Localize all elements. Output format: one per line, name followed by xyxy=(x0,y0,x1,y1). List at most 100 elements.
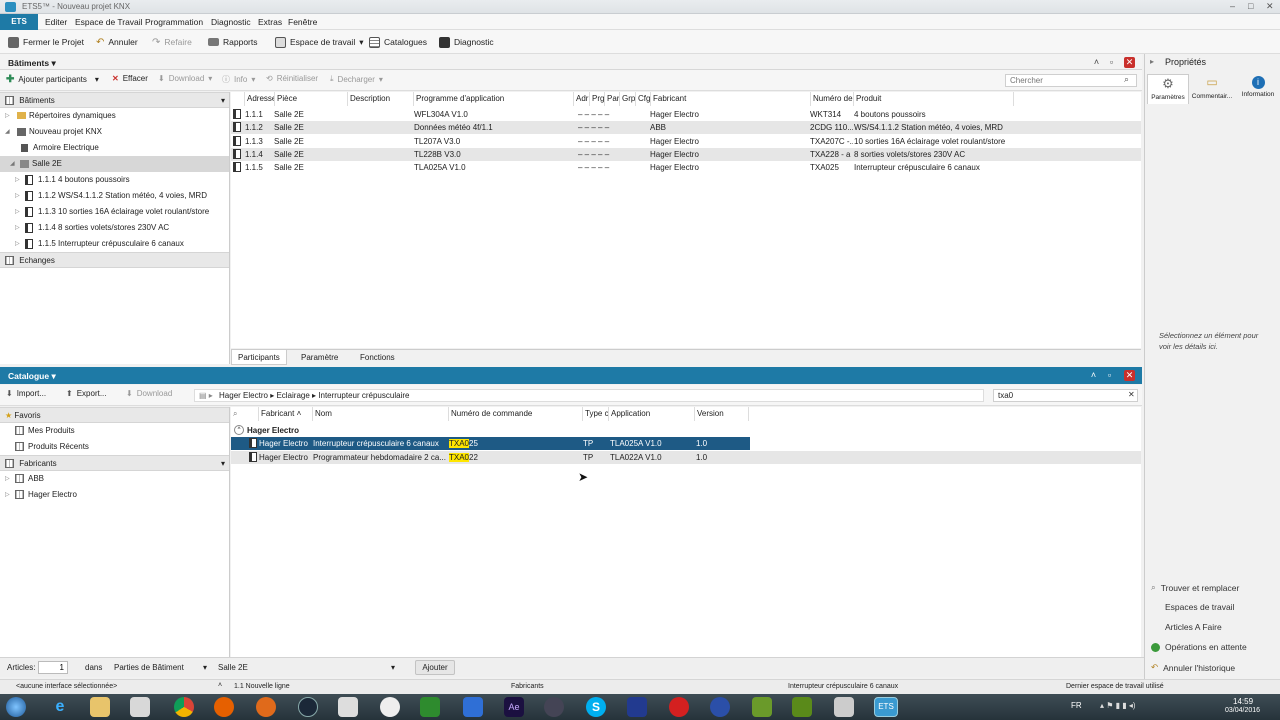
app-icon[interactable] xyxy=(669,697,689,717)
delete-button[interactable]: ✕ Effacer xyxy=(112,74,148,83)
breadcrumb-item[interactable]: Eclairage xyxy=(276,391,309,400)
breadcrumb-item[interactable]: Hager Electro xyxy=(219,391,268,400)
firefox-icon[interactable] xyxy=(214,697,234,717)
column-header[interactable]: Par xyxy=(605,92,620,106)
tree-item-recent-products[interactable]: Produits Récents xyxy=(0,439,229,455)
column-header[interactable]: Fabricant ˄ xyxy=(259,407,313,421)
menu-editer[interactable]: Editer xyxy=(45,17,67,27)
clock-date[interactable]: 03/04/2016 xyxy=(1225,707,1260,714)
close-project-button[interactable]: Fermer le Projet xyxy=(8,35,84,49)
clear-search-icon[interactable]: ✕ xyxy=(1128,390,1135,399)
column-header[interactable]: ⌕ xyxy=(231,407,259,421)
language-indicator[interactable]: FR xyxy=(1071,701,1082,710)
tree-item-device[interactable]: ▷ 1.1.4 8 sorties volets/stores 230V AC xyxy=(0,220,229,236)
menu-extras[interactable]: Extras xyxy=(258,17,282,27)
catalog-group-row[interactable]: ^ Hager Electro xyxy=(231,424,1141,437)
tree-item-device[interactable]: ▷ 1.1.5 Interrupteur crépusculaire 6 can… xyxy=(0,236,229,252)
breadcrumb-item[interactable]: Interrupteur crépusculaire xyxy=(318,391,409,400)
app-icon[interactable] xyxy=(752,697,772,717)
collapse-icon[interactable]: ˄ xyxy=(1091,57,1102,68)
table-row[interactable]: 1.1.4 Salle 2E TL228B V3.0 – – – – – Hag… xyxy=(231,148,1141,161)
buildings-search-input[interactable] xyxy=(1005,74,1137,87)
tree-item-dynamic-folders[interactable]: ▷ Répertoires dynamiques xyxy=(0,108,229,124)
catalogs-button[interactable]: Catalogues xyxy=(369,35,427,49)
close-panel-icon[interactable]: ✕ xyxy=(1124,370,1135,381)
column-header[interactable]: Fabricant xyxy=(651,92,811,106)
redo-button[interactable]: ↷ Refaire xyxy=(152,35,192,49)
tray-icons[interactable]: ▴ ⚑ ▮ ▮ ◂) xyxy=(1100,701,1136,710)
chrome-icon[interactable] xyxy=(174,697,194,717)
column-header[interactable]: Prg xyxy=(590,92,605,106)
tree-item-maker[interactable]: ▷ ABB xyxy=(0,471,229,487)
tab-parameters[interactable]: ⚙ Paramètres xyxy=(1147,74,1189,104)
collapse-group-icon[interactable]: ^ xyxy=(234,425,244,435)
column-header[interactable]: Adr xyxy=(574,92,590,106)
table-row[interactable]: 1.1.3 Salle 2E TL207A V3.0 – – – – – Hag… xyxy=(231,135,1141,148)
tab-parametre[interactable]: Paramètre xyxy=(295,350,344,365)
column-header[interactable] xyxy=(231,92,245,106)
download-button[interactable]: ⬇ Download ▾ xyxy=(158,74,212,83)
nvidia-icon[interactable] xyxy=(792,697,812,717)
building-parts-select[interactable]: Parties de Bâtiment ▾ xyxy=(110,661,210,674)
close-panel-icon[interactable]: ✕ xyxy=(1124,57,1135,68)
restore-icon[interactable]: ▫ xyxy=(1106,57,1117,68)
interface-status[interactable]: <aucune interface sélectionnée> xyxy=(16,683,117,690)
catalog-search-input[interactable] xyxy=(993,389,1138,402)
table-row[interactable]: 1.1.1 Salle 2E WFL304A V1.0 – – – – – Ha… xyxy=(231,108,1141,121)
media-icon[interactable] xyxy=(130,697,150,717)
column-header[interactable]: Adresse xyxy=(245,92,275,106)
tab-participants[interactable]: Participants xyxy=(231,350,287,365)
tab-comments[interactable]: ▭ Commentair... xyxy=(1190,74,1234,104)
pending-operations-button[interactable]: Opérations en attente xyxy=(1151,642,1247,652)
table-row[interactable]: Hager Electro Programmateur hebdomadaire… xyxy=(231,451,1141,464)
column-header[interactable]: Programme d'application xyxy=(414,92,574,106)
column-header[interactable]: Numéro de commande xyxy=(449,407,583,421)
buildings-title[interactable]: Bâtiments ▾ xyxy=(8,58,56,69)
start-icon[interactable] xyxy=(6,697,26,717)
tree-header-manufacturers[interactable]: Fabricants ▾ xyxy=(0,455,229,471)
app-icon[interactable] xyxy=(380,697,400,717)
catalog-download-button[interactable]: ⬇ Download xyxy=(126,389,172,398)
app-icon[interactable] xyxy=(710,697,730,717)
skype-icon[interactable]: S xyxy=(586,697,606,717)
properties-collapse-icon[interactable]: ▸ xyxy=(1150,57,1154,66)
table-row[interactable]: 1.1.2 Salle 2E Données météo 4f/1.1 – – … xyxy=(231,121,1141,134)
table-row[interactable]: 1.1.5 Salle 2E TLA025A V1.0 – – – – – Ha… xyxy=(231,161,1141,174)
catalog-title[interactable]: Catalogue ▾ xyxy=(8,371,56,382)
column-header[interactable]: Numéro de xyxy=(811,92,854,106)
unload-button[interactable]: ⤓ Decharger ▾ xyxy=(330,74,383,84)
app-icon[interactable] xyxy=(256,697,276,717)
room-select[interactable]: Salle 2E ▾ xyxy=(214,661,398,674)
column-header[interactable]: Pièce xyxy=(275,92,348,106)
diagnostic-button[interactable]: Diagnostic xyxy=(439,35,494,49)
close-window-icon[interactable]: ✕ xyxy=(1266,1,1274,12)
tree-item-cabinet[interactable]: Armoire Electrique xyxy=(0,140,229,156)
tree-item-device[interactable]: ▷ 1.1.1 4 boutons poussoirs xyxy=(0,172,229,188)
articles-count-input[interactable] xyxy=(38,661,68,674)
workspaces-button[interactable]: Espaces de travail xyxy=(1151,602,1234,612)
vim-icon[interactable] xyxy=(420,697,440,717)
tab-fonctions[interactable]: Fonctions xyxy=(354,350,401,365)
reports-button[interactable]: Rapports xyxy=(208,35,258,49)
ets-menu-button[interactable]: ETS xyxy=(0,14,38,30)
todo-button[interactable]: Articles A Faire xyxy=(1151,622,1222,632)
tree-header-favorites[interactable]: ★ Favoris xyxy=(0,407,229,423)
import-button[interactable]: ⬇ Import... xyxy=(6,389,46,398)
column-header[interactable]: Produit xyxy=(854,92,1014,106)
explorer-icon[interactable] xyxy=(90,697,110,717)
minimize-icon[interactable]: – xyxy=(1230,1,1235,11)
tree-item-maker[interactable]: ▷ Hager Electro xyxy=(0,487,229,503)
ets-taskbar-icon[interactable]: ETS xyxy=(874,697,898,717)
app-icon[interactable] xyxy=(834,697,854,717)
column-header[interactable]: Application xyxy=(609,407,695,421)
collapse-icon[interactable]: ˄ xyxy=(1088,370,1099,381)
tab-information[interactable]: i Information xyxy=(1236,74,1280,104)
reset-button[interactable]: ⟲ Réinitialiser xyxy=(266,74,318,83)
chevron-up-icon[interactable]: ˄ xyxy=(218,682,222,689)
breadcrumb-root-icon[interactable]: ▤ ▸ xyxy=(199,391,213,400)
menu-diagnostic[interactable]: Diagnostic xyxy=(211,17,251,27)
unity-icon[interactable] xyxy=(338,697,358,717)
workspace-button[interactable]: Espace de travail ▾ xyxy=(275,35,363,49)
tree-item-room[interactable]: ◢ Salle 2E xyxy=(0,156,229,172)
column-header[interactable]: Description xyxy=(348,92,414,106)
